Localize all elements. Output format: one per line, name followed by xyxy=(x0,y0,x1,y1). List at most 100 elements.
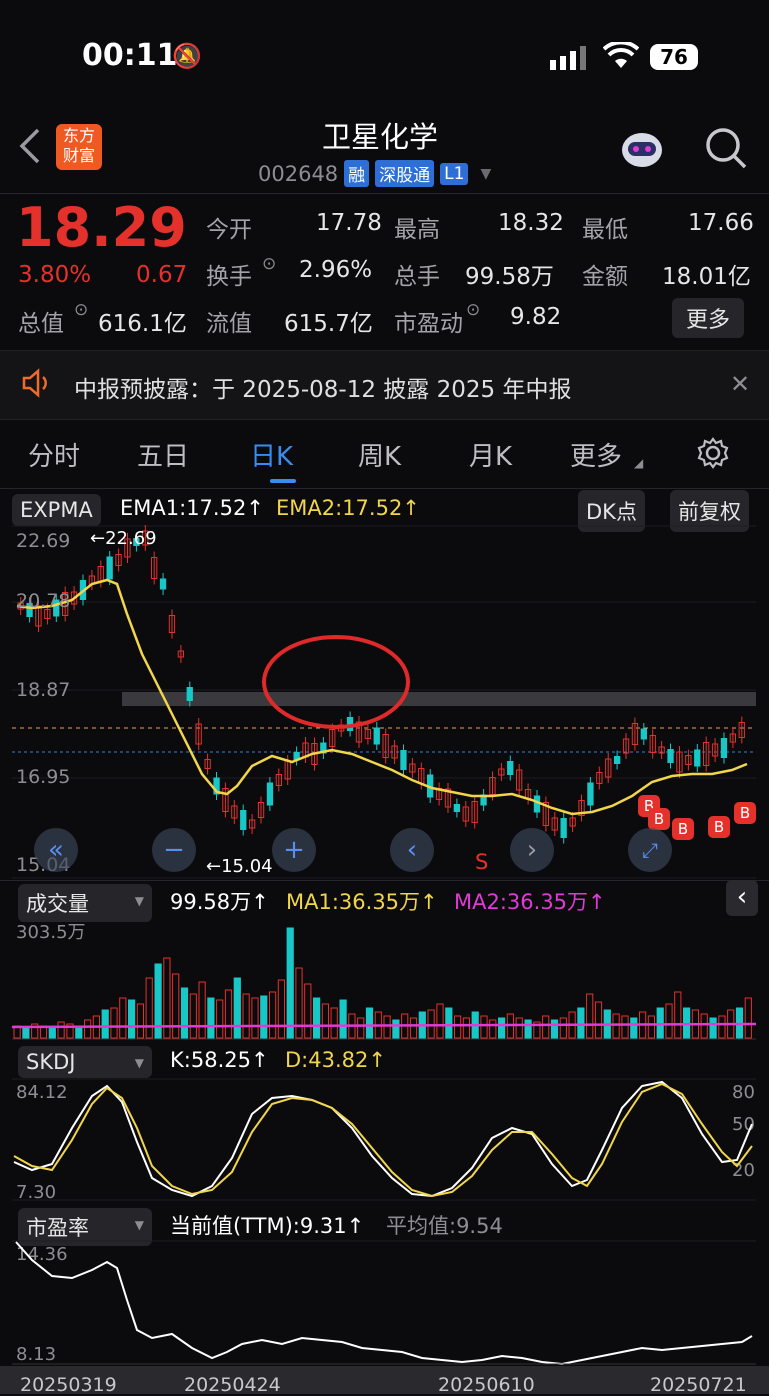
scroll-right-button[interactable]: › xyxy=(510,828,554,872)
buy-marker: B xyxy=(672,818,694,840)
candle xyxy=(400,750,407,770)
volume-bar xyxy=(110,1007,118,1039)
volume-bar xyxy=(22,1027,30,1039)
skdj-selector[interactable]: SKDJ ▼ xyxy=(18,1046,152,1078)
low-marker-value: 15.04 xyxy=(221,856,273,877)
volume-bar xyxy=(330,1007,338,1039)
volume-bar xyxy=(321,1003,329,1039)
tab-five-day[interactable]: 五日 xyxy=(137,436,189,473)
low-marker: ←15.04 xyxy=(206,856,273,877)
volume-bar xyxy=(594,1001,603,1039)
volume-bar xyxy=(365,1007,374,1039)
volume-bar xyxy=(242,993,250,1039)
low-label: 最低 xyxy=(582,217,628,243)
skdj-k-line xyxy=(13,1080,753,1198)
ema1-readout: EMA1:17.52↑ xyxy=(120,496,264,520)
kline-ylabel-2: 20.78 xyxy=(16,590,71,612)
candle xyxy=(453,804,461,812)
turnover-value: 2.96% xyxy=(299,257,373,283)
indicator-selector[interactable]: EXPMA xyxy=(12,494,101,526)
volume-bar xyxy=(172,973,180,1039)
tab-more-corner-icon: ◢ xyxy=(634,456,644,470)
badge-margin: 融 xyxy=(344,160,370,187)
market-cap-label: 总值 xyxy=(18,311,64,337)
volume-bar xyxy=(718,1015,726,1039)
volume-bar xyxy=(550,1019,559,1039)
float-cap-value: 615.7亿 xyxy=(284,311,373,337)
zoom-in-button[interactable]: + xyxy=(272,828,316,872)
last-price: 18.29 xyxy=(16,196,187,259)
battery-level: 76 xyxy=(660,45,688,69)
robot-assistant-icon[interactable] xyxy=(618,126,666,170)
tab-more[interactable]: 更多 xyxy=(570,436,622,473)
volume-bar xyxy=(427,1009,435,1039)
high-marker-value: 22.69 xyxy=(105,528,157,549)
scroll-left-button[interactable]: ‹ xyxy=(390,828,434,872)
pe-dynamic-value: 9.82 xyxy=(510,304,562,330)
tab-intraday[interactable]: 分时 xyxy=(28,436,80,473)
tab-weekly-k[interactable]: 周K xyxy=(358,436,401,473)
volume-bar xyxy=(445,1007,453,1039)
market-cap-info-icon[interactable]: ⊙ xyxy=(74,300,88,320)
stock-title: 卫星化学 xyxy=(322,120,439,154)
candle xyxy=(507,761,514,775)
close-icon[interactable]: ✕ xyxy=(730,370,750,398)
fullscreen-button[interactable]: ⤢ xyxy=(628,828,672,872)
volume-bar xyxy=(207,997,215,1039)
skdj-d-line xyxy=(13,1082,753,1198)
battery-icon: 76 xyxy=(650,44,698,70)
amount-label: 金额 xyxy=(582,264,628,290)
more-button[interactable]: 更多 xyxy=(672,298,745,338)
pe-line xyxy=(15,1241,753,1366)
date-label-1: 20250319 xyxy=(20,1374,117,1396)
skdj-chart xyxy=(12,1078,756,1201)
search-icon[interactable] xyxy=(704,126,748,174)
open-label: 今开 xyxy=(206,217,252,243)
tab-daily-k[interactable]: 日K xyxy=(250,436,293,473)
collapse-panel-button[interactable]: ‹ xyxy=(726,880,758,916)
volume-bar xyxy=(295,967,303,1039)
back-button[interactable] xyxy=(18,126,42,170)
mute-bell-icon: 🔕 xyxy=(172,42,202,70)
stock-code-row[interactable]: 002648 融 深股通 L1 ▼ xyxy=(258,160,491,187)
volume-bar xyxy=(744,997,752,1039)
volume-bar xyxy=(224,989,233,1039)
kline-ylabel-1: 22.69 xyxy=(16,530,71,552)
candle xyxy=(186,687,193,701)
volume-bar xyxy=(542,1015,550,1039)
candle xyxy=(667,749,674,763)
volume-bar xyxy=(489,1019,497,1039)
volume-bar xyxy=(48,1027,56,1039)
volume-bar xyxy=(656,1007,664,1039)
volume-selector-label: 成交量 xyxy=(26,892,89,916)
volume-bar xyxy=(304,983,312,1039)
tab-monthly-k[interactable]: 月K xyxy=(469,436,512,473)
kline-chart[interactable] xyxy=(12,524,756,880)
volume-readout: 99.58万↑ xyxy=(170,890,269,914)
volume-bar xyxy=(409,1017,418,1039)
logo-text-2: 财富 xyxy=(62,146,95,165)
volume-bar xyxy=(101,1009,109,1039)
date-label-2: 20250424 xyxy=(184,1374,281,1396)
volume-bar xyxy=(136,1003,145,1039)
volume-label: 总手 xyxy=(394,264,440,290)
app-logo: 东方 财富 xyxy=(56,124,102,170)
scroll-left-fast-button[interactable]: « xyxy=(34,828,78,872)
buy-marker: B xyxy=(734,802,756,824)
pe-current: 当前值(TTM):9.31↑ xyxy=(170,1214,365,1238)
turnover-label: 换手 xyxy=(206,264,252,290)
volume-chart xyxy=(12,927,756,1040)
zoom-out-button[interactable]: − xyxy=(152,828,196,872)
volume-value: 99.58万 xyxy=(465,264,554,290)
settings-gear-icon[interactable] xyxy=(696,436,730,474)
turnover-info-icon[interactable]: ⊙ xyxy=(262,254,276,274)
volume-bar xyxy=(683,1007,691,1039)
buy-marker: B xyxy=(648,808,670,830)
volume-bar xyxy=(277,979,285,1039)
candle xyxy=(240,810,247,830)
open-value: 17.78 xyxy=(316,210,382,236)
volume-bar xyxy=(216,999,224,1039)
pe-info-icon[interactable]: ⊙ xyxy=(466,300,480,320)
badge-connect: 深股通 xyxy=(375,160,435,187)
volume-bar xyxy=(586,993,594,1039)
